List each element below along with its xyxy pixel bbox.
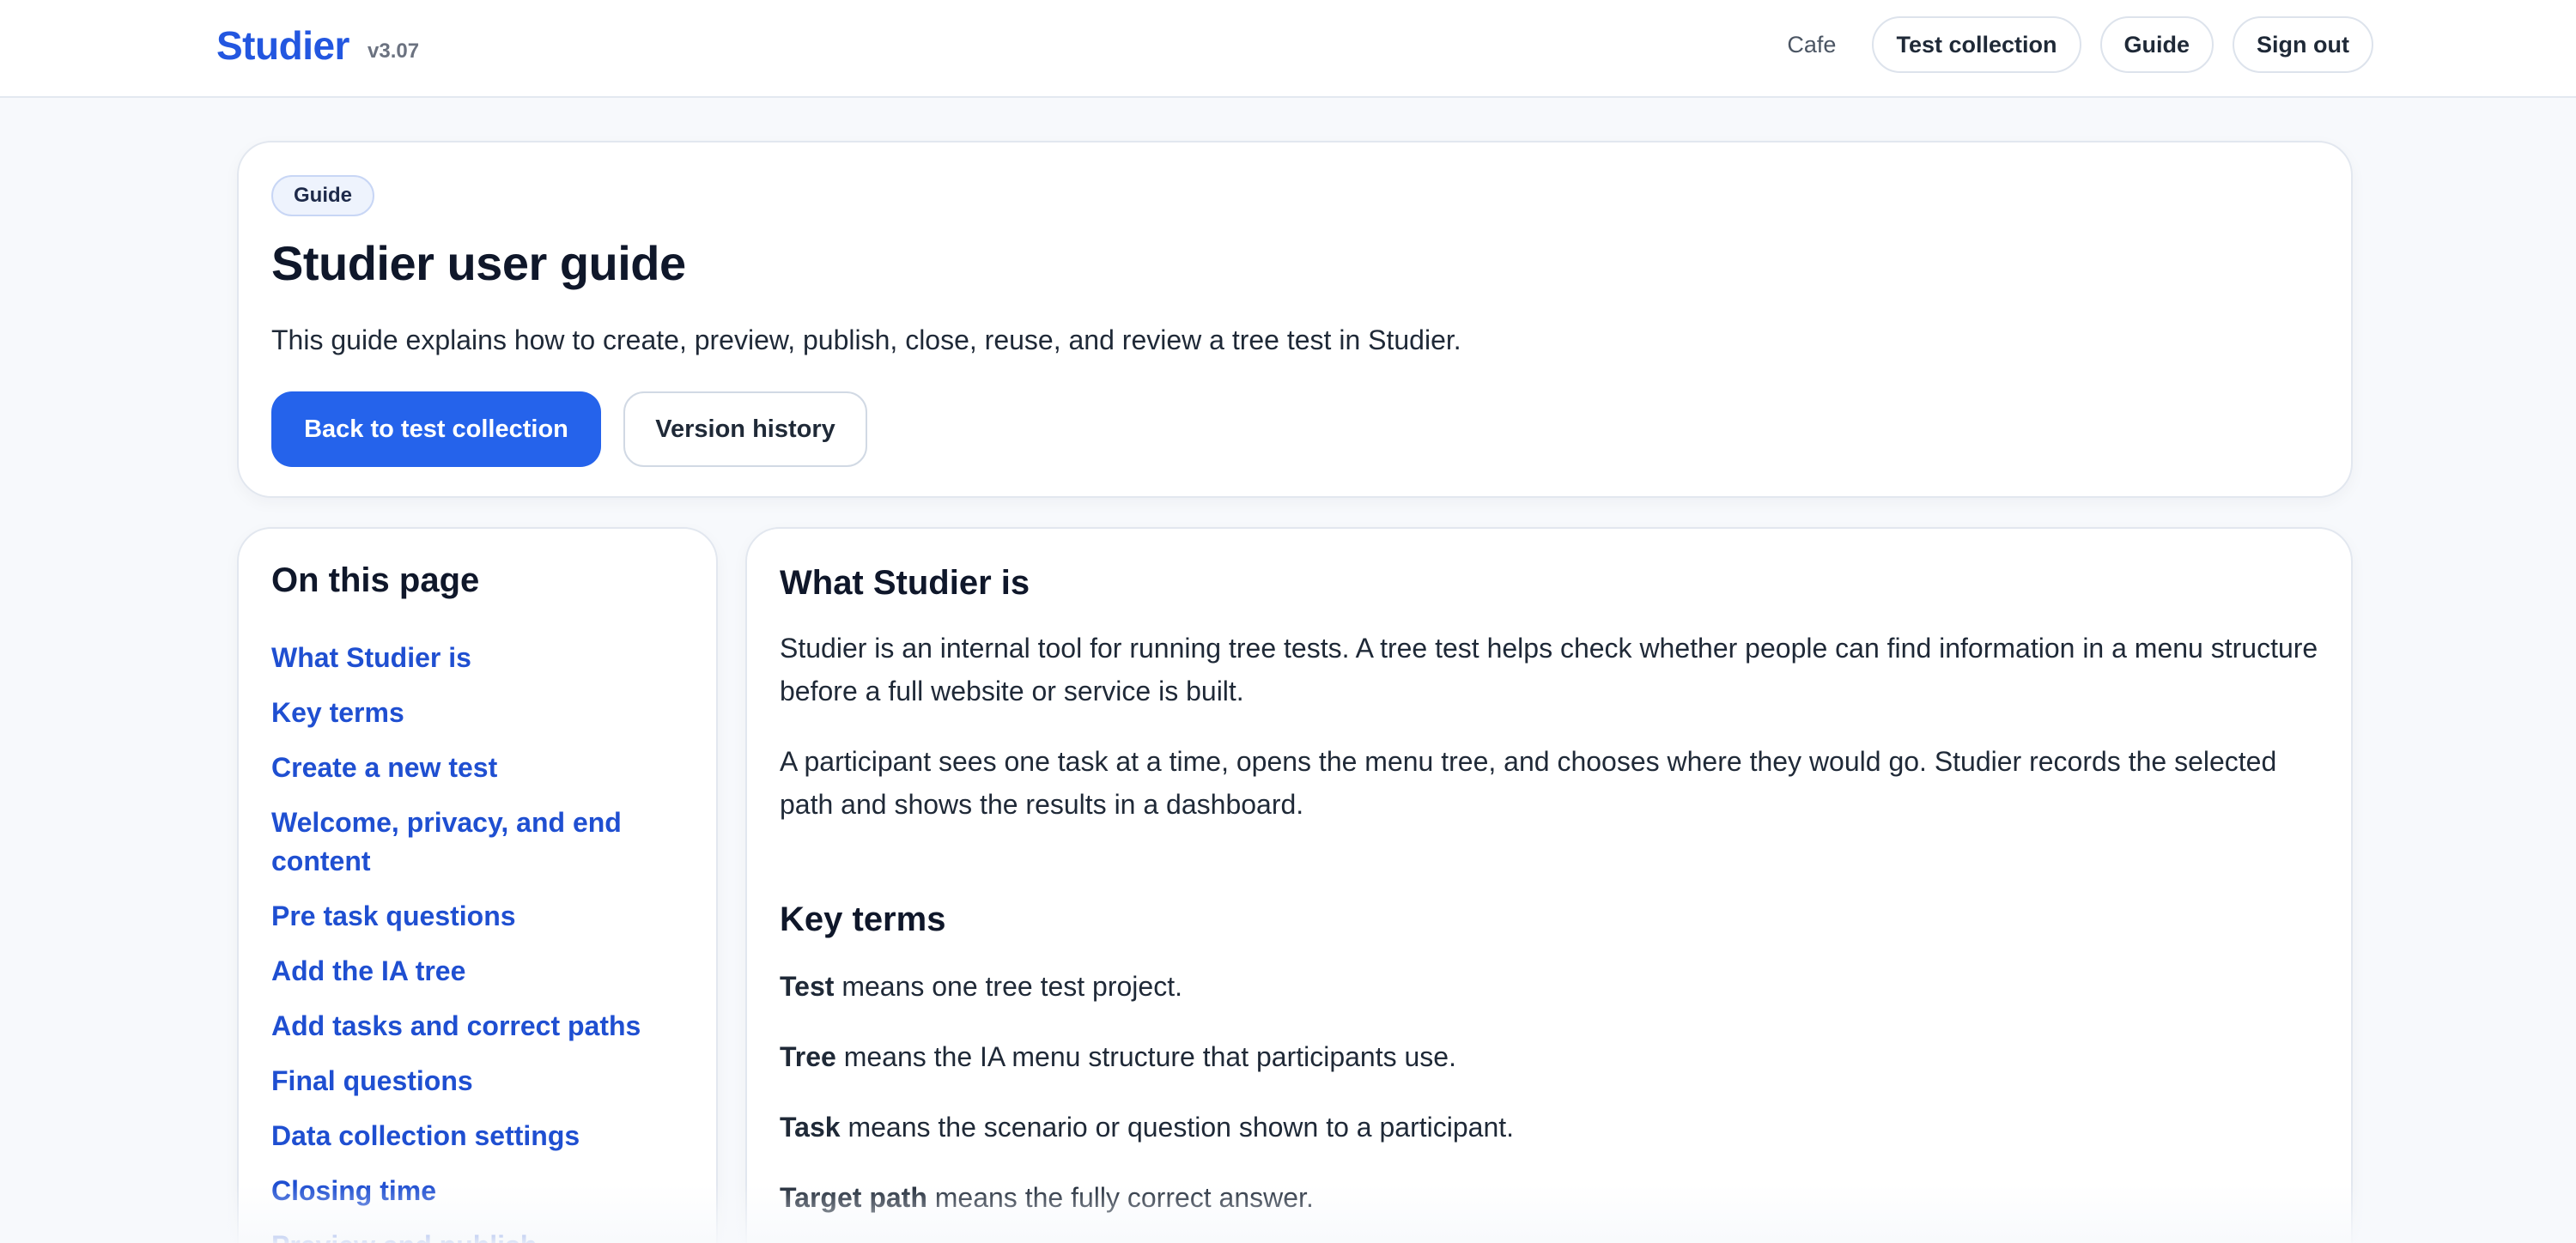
term-item: Tree means the IA menu structure that pa… xyxy=(780,1035,2322,1078)
toc-link-add-tasks[interactable]: Add tasks and correct paths xyxy=(271,1007,683,1046)
section-paragraph: A participant sees one task at a time, o… xyxy=(780,746,2277,820)
section-heading-key-terms: Key terms xyxy=(780,900,946,938)
term-name: Target path xyxy=(780,1182,927,1213)
section-paragraph: Studier is an internal tool for running … xyxy=(780,633,2318,706)
toc-link-pre-task-questions[interactable]: Pre task questions xyxy=(271,897,683,936)
term-definition: means the fully correct answer. xyxy=(927,1182,1314,1213)
section-heading-what-studier-is: What Studier is xyxy=(780,564,1030,602)
term-item: Target path means the fully correct answ… xyxy=(780,1176,2322,1219)
guide-content-body: What Studier is Studier is an internal t… xyxy=(780,561,2322,1243)
toc-link-preview-and-publish[interactable]: Preview and publish xyxy=(271,1227,683,1243)
guide-badge: Guide xyxy=(271,175,375,216)
nav-test-collection-button[interactable]: Test collection xyxy=(1872,16,2081,73)
version-history-button[interactable]: Version history xyxy=(623,391,867,467)
term-name: Task xyxy=(780,1112,841,1143)
hero-card: Guide Studier user guide This guide expl… xyxy=(237,141,2353,498)
page-title: Studier user guide xyxy=(271,236,686,290)
top-bar: Studier v3.07 Cafe Test collection Guide… xyxy=(0,0,2576,98)
table-of-contents: On this page What Studier is Key terms C… xyxy=(237,527,718,1243)
term-item: Task means the scenario or question show… xyxy=(780,1106,2322,1149)
term-name: Tree xyxy=(780,1041,836,1072)
guide-content: What Studier is Studier is an internal t… xyxy=(745,527,2353,1243)
term-item: Test means one tree test project. xyxy=(780,965,2322,1008)
top-nav: Cafe Test collection Guide Sign out xyxy=(1787,16,2373,73)
nav-sign-out-button[interactable]: Sign out xyxy=(2233,16,2373,73)
term-definition: means one tree test project. xyxy=(834,971,1182,1002)
toc-link-what-studier-is[interactable]: What Studier is xyxy=(271,639,683,677)
toc-link-closing-time[interactable]: Closing time xyxy=(271,1172,683,1210)
app-logo[interactable]: Studier xyxy=(216,22,349,69)
nav-guide-button[interactable]: Guide xyxy=(2099,16,2215,73)
toc-link-key-terms[interactable]: Key terms xyxy=(271,694,683,732)
toc-link-welcome-privacy-end[interactable]: Welcome, privacy, and end content xyxy=(271,803,683,881)
toc-link-create-a-new-test[interactable]: Create a new test xyxy=(271,749,683,787)
term-name: Test xyxy=(780,971,835,1002)
toc-link-data-collection-settings[interactable]: Data collection settings xyxy=(271,1117,683,1155)
current-user-name: Cafe xyxy=(1787,31,1837,58)
term-definition: means the scenario or question shown to … xyxy=(840,1112,1515,1143)
toc-link-add-ia-tree[interactable]: Add the IA tree xyxy=(271,952,683,991)
toc-heading: On this page xyxy=(271,561,480,599)
toc-list: What Studier is Key terms Create a new t… xyxy=(271,639,683,1243)
toc-link-final-questions[interactable]: Final questions xyxy=(271,1062,683,1101)
term-definition: means the IA menu structure that partici… xyxy=(835,1041,1456,1072)
page-description: This guide explains how to create, previ… xyxy=(271,324,1461,355)
app-version: v3.07 xyxy=(368,39,420,63)
back-to-test-collection-button[interactable]: Back to test collection xyxy=(271,391,601,467)
